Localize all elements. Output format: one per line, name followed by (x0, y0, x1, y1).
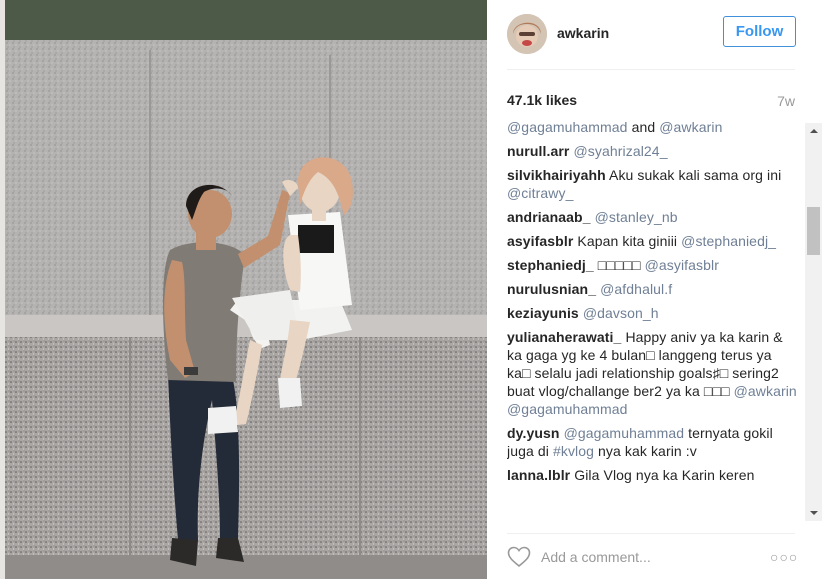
comment-author[interactable]: stephaniedj_ (507, 257, 594, 273)
comment-author[interactable]: yulianaherawati_ (507, 329, 621, 345)
mention-link[interactable]: @davson_h (583, 305, 659, 321)
avatar[interactable] (507, 14, 547, 54)
scroll-thumb[interactable] (807, 207, 820, 255)
add-comment-input[interactable] (541, 549, 741, 565)
likes-count[interactable]: 47.1k likes (507, 92, 577, 108)
mention-link[interactable]: @stephaniedj_ (681, 233, 776, 249)
mention-link[interactable]: @syahrizal24_ (573, 143, 667, 159)
comment-item: keziayunis @davson_h (507, 304, 797, 322)
comment-author[interactable]: nurulusnian_ (507, 281, 596, 297)
mention-link[interactable]: @citrawy_ (507, 185, 573, 201)
comment-item: yulianaherawati_ Happy aniv ya ka karin … (507, 328, 797, 418)
comment-text: Aku sukak kali sama org ini (609, 167, 782, 183)
comment-text: □□□□□ (597, 257, 645, 273)
footer-divider (507, 533, 795, 534)
post-time[interactable]: 7w (777, 93, 795, 109)
mention-link[interactable]: @gagamuhammad (564, 425, 685, 441)
comment-text: nya kak karin :v (594, 443, 697, 459)
comment-text: Kapan kita giniii (577, 233, 682, 249)
comment-item: stephaniedj_ □□□□□ @asyifasblr (507, 256, 797, 274)
scroll-up-arrow-icon[interactable] (805, 123, 822, 140)
comment-author[interactable]: dy.yusn (507, 425, 560, 441)
comment-item: asyifasblr Kapan kita giniii @stephanied… (507, 232, 797, 250)
scroll-down-arrow-icon[interactable] (805, 504, 822, 521)
comment-author[interactable]: keziayunis (507, 305, 579, 321)
comment-item: nurull.arr @syahrizal24_ (507, 142, 797, 160)
more-options-icon[interactable]: ○○○ (770, 549, 798, 565)
mention-link[interactable]: @afdhalul.f (600, 281, 672, 297)
comment-author[interactable]: nurull.arr (507, 143, 569, 159)
comment-item: dy.yusn @gagamuhammad ternyata gokil jug… (507, 424, 797, 460)
mention-link[interactable]: @awkarin (734, 383, 797, 399)
comment-author[interactable]: silvikhairiyahh (507, 167, 606, 183)
mention-link[interactable]: #kvlog (553, 443, 594, 459)
comment-item: silvikhairiyahh Aku sukak kali sama org … (507, 166, 797, 202)
comments-scrollbar[interactable] (805, 123, 822, 521)
post-username[interactable]: awkarin (557, 25, 609, 41)
mention-link[interactable]: @gagamuhammad (507, 119, 628, 135)
mention-link[interactable]: @stanley_nb (595, 209, 678, 225)
comment-text: Gila Vlog nya ka Karin keren (574, 467, 755, 483)
post-details-panel: awkarin Follow 47.1k likes 7w @gagamuham… (487, 0, 824, 579)
comment-author[interactable]: andrianaab_ (507, 209, 591, 225)
mention-link[interactable]: @gagamuhammad (507, 401, 628, 417)
comment-author[interactable]: asyifasblr (507, 233, 573, 249)
comment-author[interactable]: lanna.lblr (507, 467, 570, 483)
comment-item: nurulusnian_ @afdhalul.f (507, 280, 797, 298)
post-header: awkarin Follow (507, 12, 796, 70)
mention-link[interactable]: @awkarin (659, 119, 722, 135)
heart-icon[interactable] (507, 546, 531, 568)
comment-item: andrianaab_ @stanley_nb (507, 208, 797, 226)
caption-tail: @gagamuhammad and @awkarin (507, 118, 797, 136)
mention-link[interactable]: @asyifasblr (645, 257, 719, 273)
follow-button[interactable]: Follow (723, 16, 796, 47)
post-photo[interactable] (0, 0, 487, 579)
comment-item: lanna.lblr Gila Vlog nya ka Karin keren (507, 466, 797, 484)
comments-list[interactable]: @gagamuhammad and @awkarin nurull.arr @s… (507, 118, 797, 526)
caption-text: and (627, 119, 660, 135)
